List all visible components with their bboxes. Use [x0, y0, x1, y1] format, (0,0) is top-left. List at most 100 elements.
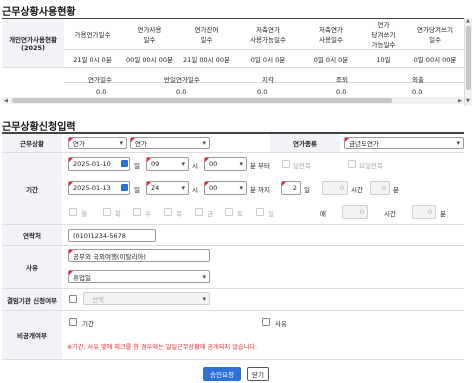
private-reason-checkbox[interactable] — [262, 318, 270, 326]
repeat-mins-unit: 분 — [440, 210, 446, 218]
days-count-value: 2 — [292, 184, 297, 192]
secondary-header: 반일연가일수 — [164, 76, 200, 84]
value-cell: 21일 0시 0분 — [64, 49, 121, 68]
label-approval: 결임기관 신청여부 — [2, 289, 62, 310]
header-cell: 연가잔여 일수 — [178, 18, 235, 50]
vertical-scrollbar[interactable]: ▲ ▼ — [464, 18, 472, 106]
label-reason: 사유 — [2, 246, 62, 288]
hours-unit: 시간 — [351, 186, 363, 194]
end-date-value: 2025-01-13 — [73, 184, 111, 192]
scroll-thumb[interactable] — [466, 26, 471, 90]
value-cell: 10일 — [361, 49, 406, 68]
reason-select[interactable]: 휴업일 — [68, 270, 210, 283]
secondary-value: 0.0 — [257, 88, 268, 96]
value-cell: 0일 0시 0분 — [301, 49, 361, 68]
weekday-checkbox[interactable] — [103, 208, 111, 216]
label-work-status: 근무상황 — [2, 134, 62, 152]
mins-count-value: 0 — [381, 184, 386, 192]
scroll-up-icon[interactable]: ▲ — [466, 18, 470, 24]
mins-count-input[interactable]: 0 — [370, 181, 390, 195]
submit-button[interactable]: 승인요청 — [203, 367, 241, 381]
calendar-icon[interactable] — [121, 160, 128, 167]
header-cell: 연가 당겨쓰기 가능일수 — [361, 18, 406, 50]
half-day-label: 일반복 — [293, 162, 311, 170]
start-hour-select[interactable]: 09 — [146, 157, 189, 171]
leave-status-secondary: 연가일수 반일연가일수 지각 조퇴 외출 0.0 0.0 0.0 0.0 0.0 — [64, 70, 464, 97]
approval-checkbox[interactable] — [69, 295, 77, 303]
reason-input[interactable]: 공무외 국외여행(이탈리아) — [68, 249, 210, 262]
reason-select-value: 휴업일 — [73, 273, 91, 282]
work-status-select-1[interactable]: 연가 — [68, 137, 127, 149]
private-period-checkbox[interactable] — [69, 318, 77, 326]
weekday-label: 수 — [145, 210, 151, 218]
weekday-checkbox[interactable] — [164, 208, 172, 216]
approval-select[interactable]: 선택 — [83, 292, 210, 305]
value-cell: 0일 00시 00분 — [406, 49, 464, 68]
weekday-label: 화 — [115, 210, 121, 218]
work-status-select-2[interactable]: 연가 — [130, 137, 210, 149]
days-unit: 일 — [304, 186, 310, 194]
header-cell: 연가사용 일수 — [121, 18, 178, 50]
weekday-checkbox[interactable] — [69, 208, 77, 216]
weekday-checkbox[interactable] — [256, 208, 264, 216]
weekday-repeat-label: 요일반복 — [359, 162, 383, 170]
header-cell: 저축연가 사용가능일수 — [235, 18, 301, 50]
start-hour-value: 09 — [151, 160, 160, 168]
repeat-hours-unit: 시간 — [384, 210, 396, 218]
hour-suffix: 시 — [192, 186, 198, 194]
weekday-label: 월 — [81, 210, 87, 218]
start-min-value: 00 — [209, 160, 218, 168]
hours-count-input[interactable]: 0 — [322, 181, 348, 195]
secondary-header: 조퇴 — [336, 76, 348, 84]
start-min-select[interactable]: 00 — [204, 157, 247, 171]
private-period-label: 기간 — [82, 320, 94, 328]
weekday-label: 목 — [176, 210, 182, 218]
hour-suffix: 시 — [192, 162, 198, 170]
secondary-value: 0.0 — [336, 88, 347, 96]
weekday-checkbox[interactable] — [225, 208, 233, 216]
end-min-value: 00 — [209, 184, 218, 192]
to-suffix: 분 까지 — [250, 186, 271, 194]
leave-status-table: 개인연가사용현황 (2025) 가용연가일수 연가사용 일수 연가잔여 일수 저… — [2, 18, 464, 68]
work-status-1-value: 연가 — [73, 140, 85, 148]
weekday-label: 토 — [237, 210, 243, 218]
work-status-2-value: 연가 — [135, 140, 147, 148]
value-cell: 0일 0시 0분 — [235, 49, 301, 68]
header-cell: 저축연가 사용일수 — [301, 18, 361, 50]
label-leave-type: 연가종류 — [270, 134, 340, 152]
leave-type-select[interactable]: 금년도연가 — [344, 137, 464, 149]
end-min-select[interactable]: 00 — [204, 181, 247, 195]
secondary-value: 0.0 — [96, 88, 107, 96]
scroll-left-icon[interactable]: ◀ — [4, 98, 8, 104]
form-section-title: 근무상황신청입력 — [2, 122, 76, 133]
weekday-checkbox[interactable] — [133, 208, 141, 216]
weekday-repeat-checkbox[interactable] — [348, 160, 356, 168]
contact-input[interactable]: (010)1234-5678 — [68, 229, 156, 242]
repeat-every-label: 매 — [320, 210, 326, 218]
close-button[interactable]: 닫기 — [247, 367, 269, 381]
header-cell: 연가당겨쓰기 일수 — [406, 18, 464, 50]
leave-type-value: 금년도연가 — [349, 140, 379, 148]
secondary-header: 지각 — [262, 76, 274, 84]
value-cell: 21일 00시 00분 — [178, 49, 235, 68]
from-suffix: 분 부터 — [250, 162, 271, 170]
secondary-header: 외출 — [412, 76, 424, 84]
repeat-hours-input[interactable]: 0 — [342, 205, 368, 219]
half-day-checkbox[interactable] — [282, 160, 290, 168]
scroll-down-icon[interactable]: ▼ — [466, 98, 470, 104]
reason-value: 공무외 국외여행(이탈리아) — [73, 252, 146, 261]
secondary-header: 연가일수 — [88, 76, 112, 84]
hours-count-value: 0 — [339, 184, 344, 192]
start-date-value: 2025-01-10 — [73, 160, 111, 168]
weekday-label: 금 — [207, 210, 213, 218]
status-section-title: 근무상황사용현황 — [2, 7, 76, 18]
end-hour-select[interactable]: 24 — [146, 181, 189, 195]
scroll-thumb-horizontal[interactable] — [12, 98, 392, 103]
value-cell: 00일 00시 00분 — [121, 49, 178, 68]
repeat-mins-input[interactable]: 0 — [412, 205, 436, 219]
weekday-checkbox[interactable] — [195, 208, 203, 216]
scroll-right-icon[interactable]: ▶ — [458, 98, 462, 104]
calendar-icon[interactable] — [121, 184, 128, 191]
label-contact: 연락처 — [2, 225, 62, 245]
days-count-input[interactable]: 2 — [281, 181, 301, 195]
